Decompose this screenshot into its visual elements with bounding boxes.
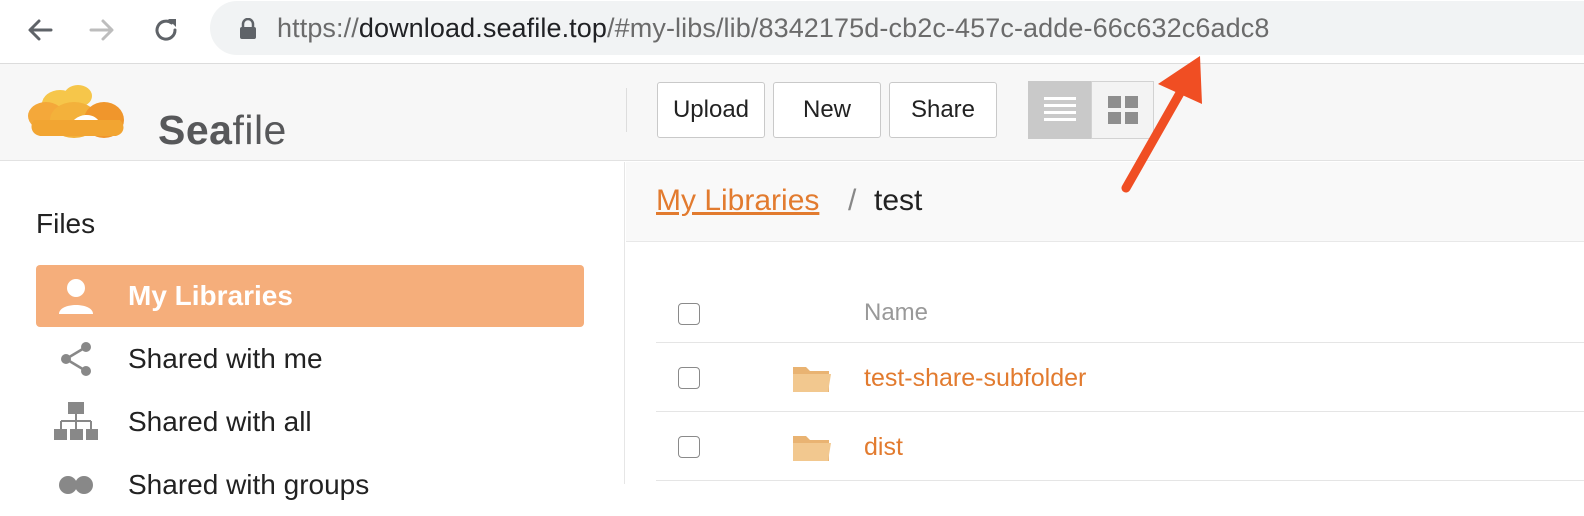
upload-button[interactable]: Upload (657, 82, 765, 138)
breadcrumb-root-link[interactable]: My Libraries (656, 184, 819, 218)
url-path: /#my-libs/lib/8342175d-cb2c-457c-adde-66… (607, 13, 1270, 43)
sidebar-item-shared-with-me[interactable]: Shared with me (36, 328, 584, 390)
file-name-link[interactable]: test-share-subfolder (864, 364, 1086, 393)
breadcrumb-current: test (874, 184, 923, 217)
logo-text: Seafile (158, 107, 287, 153)
org-chart-icon (36, 391, 116, 453)
sidebar-item-label: Shared with all (128, 406, 312, 437)
file-name-link[interactable]: dist (864, 433, 903, 462)
list-view-icon (1043, 97, 1076, 121)
list-view-button[interactable] (1028, 81, 1091, 139)
column-header-name[interactable]: Name (864, 299, 928, 327)
sidebar-item-shared-with-groups[interactable]: Shared with groups (36, 454, 584, 516)
url-scheme: https:// (277, 13, 359, 43)
sidebar: Files My Libraries Shared with me Shared… (0, 162, 625, 500)
breadcrumb-separator: / (848, 184, 857, 217)
grid-view-button[interactable] (1091, 81, 1154, 139)
sidebar-item-label: My Libraries (128, 280, 293, 311)
lock-icon (240, 18, 256, 39)
sidebar-title: Files (36, 208, 96, 239)
sidebar-item-label: Shared with groups (128, 469, 370, 500)
grid-view-icon (1107, 96, 1138, 124)
back-arrow-icon[interactable] (20, 10, 60, 50)
sidebar-item-shared-with-all[interactable]: Shared with all (36, 391, 584, 453)
reload-icon[interactable] (146, 10, 186, 50)
browser-toolbar: https://download.seafile.top/#my-libs/li… (0, 0, 1584, 64)
main-panel: My Libraries / test Name test-share-subf… (626, 162, 1584, 484)
address-bar[interactable]: https://download.seafile.top/#my-libs/li… (210, 1, 1584, 55)
seafile-logo[interactable]: Seafile (26, 80, 286, 153)
forward-arrow-icon[interactable] (82, 10, 122, 50)
breadcrumb: My Libraries / test (626, 162, 1584, 242)
table-header: Name (656, 287, 1584, 343)
row-checkbox[interactable] (678, 436, 700, 458)
share-icon (36, 328, 116, 390)
share-button[interactable]: Share (889, 82, 997, 138)
app-header: Seafile Upload New Share (0, 64, 1584, 161)
folder-icon (793, 367, 831, 392)
select-all-checkbox[interactable] (678, 303, 700, 325)
folder-icon (793, 436, 831, 461)
sidebar-item-my-libraries[interactable]: My Libraries (36, 265, 584, 327)
header-divider (626, 88, 627, 132)
row-checkbox[interactable] (678, 367, 700, 389)
group-icon (36, 454, 116, 516)
user-icon (36, 265, 116, 327)
table-row[interactable]: test-share-subfolder (656, 344, 1584, 412)
new-button[interactable]: New (773, 82, 881, 138)
cloud-logo-icon (28, 85, 124, 138)
sidebar-item-label: Shared with me (128, 343, 323, 374)
table-row[interactable]: dist (656, 413, 1584, 481)
url-host: download.seafile.top (358, 13, 608, 43)
view-mode-toggle (1028, 81, 1154, 139)
url-text: https://download.seafile.top/#my-libs/li… (277, 10, 1269, 46)
